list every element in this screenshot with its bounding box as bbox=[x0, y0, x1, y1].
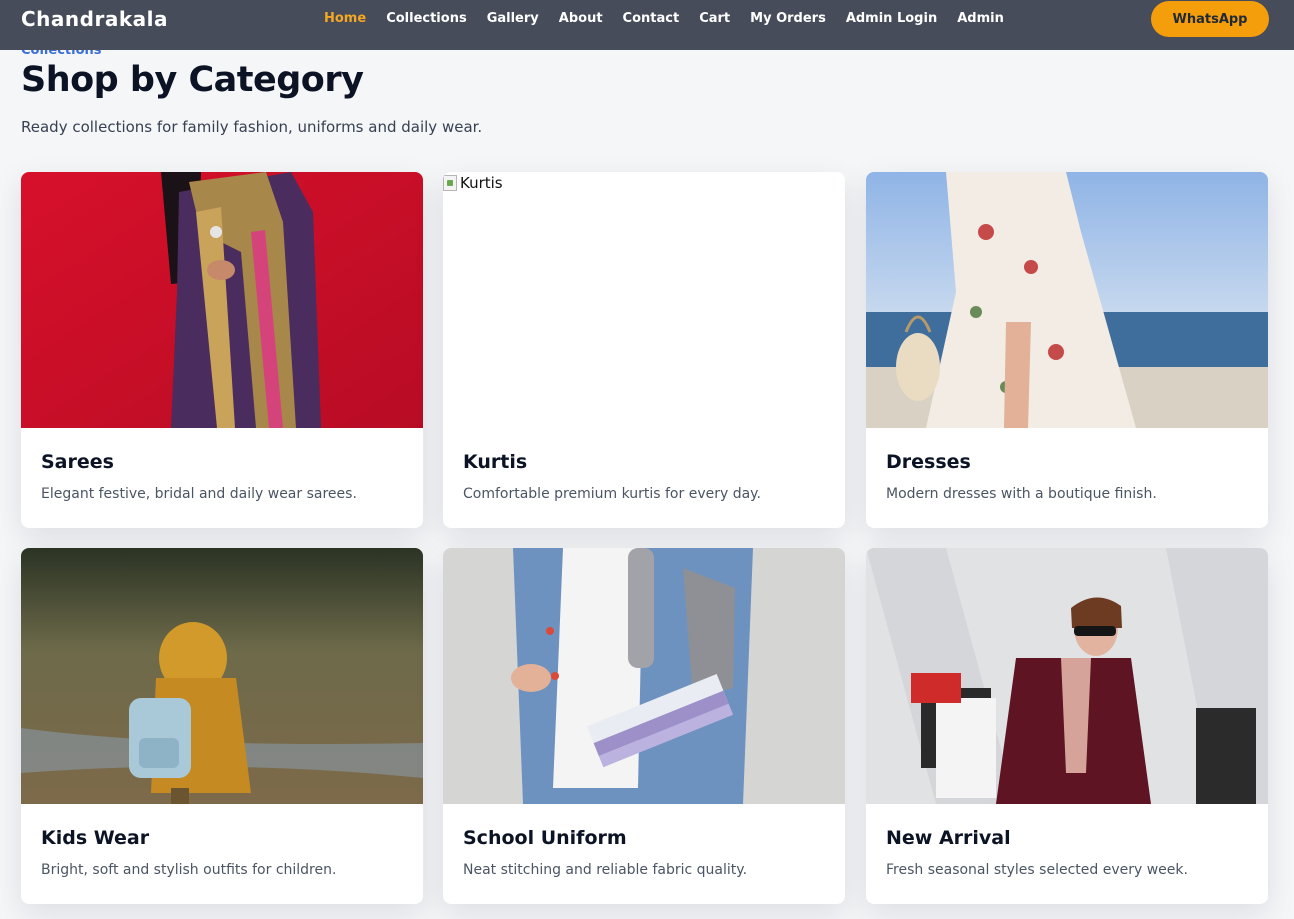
image-alt-text: Kurtis bbox=[460, 174, 503, 192]
nav-about[interactable]: About bbox=[559, 11, 603, 26]
nav-home[interactable]: Home bbox=[324, 11, 366, 26]
category-name: Dresses bbox=[886, 451, 971, 473]
category-desc: Neat stitching and reliable fabric quali… bbox=[463, 862, 748, 878]
kid-photo bbox=[21, 548, 423, 804]
nav-my-orders[interactable]: My Orders bbox=[750, 11, 826, 26]
category-name: School Uniform bbox=[463, 827, 627, 849]
page-title: Shop by Category bbox=[21, 60, 364, 100]
nav-contact[interactable]: Contact bbox=[623, 11, 680, 26]
category-desc: Modern dresses with a boutique finish. bbox=[886, 486, 1157, 502]
whatsapp-button[interactable]: WhatsApp bbox=[1151, 1, 1269, 37]
brand-logo[interactable]: Chandrakala bbox=[21, 7, 168, 31]
category-desc: Elegant festive, bridal and daily wear s… bbox=[41, 486, 357, 502]
category-name: Kids Wear bbox=[41, 827, 150, 849]
student-photo bbox=[443, 548, 845, 804]
category-card-kids-wear[interactable]: Kids Wear Bright, soft and stylish outfi… bbox=[21, 548, 423, 904]
dress-photo bbox=[866, 172, 1268, 428]
nav-admin[interactable]: Admin bbox=[957, 11, 1004, 26]
category-card-kurtis[interactable]: Kurtis Kurtis Comfortable premium kurtis… bbox=[443, 172, 845, 528]
nav-cart[interactable]: Cart bbox=[699, 11, 730, 26]
main-nav: Home Collections Gallery About Contact C… bbox=[324, 11, 1004, 26]
category-name: Kurtis bbox=[463, 451, 528, 473]
category-name: Sarees bbox=[41, 451, 114, 473]
nav-gallery[interactable]: Gallery bbox=[487, 11, 539, 26]
saree-photo bbox=[21, 172, 423, 428]
nav-admin-login[interactable]: Admin Login bbox=[846, 11, 937, 26]
nav-collections[interactable]: Collections bbox=[386, 11, 467, 26]
category-desc: Comfortable premium kurtis for every day… bbox=[463, 486, 761, 502]
category-card-school-uniform[interactable]: School Uniform Neat stitching and reliab… bbox=[443, 548, 845, 904]
site-header: Chandrakala Home Collections Gallery Abo… bbox=[0, 0, 1294, 50]
broken-image: Kurtis bbox=[443, 172, 845, 428]
broken-image-icon bbox=[443, 175, 457, 191]
category-desc: Fresh seasonal styles selected every wee… bbox=[886, 862, 1188, 878]
category-card-dresses[interactable]: Dresses Modern dresses with a boutique f… bbox=[866, 172, 1268, 528]
category-name: New Arrival bbox=[886, 827, 1011, 849]
category-card-sarees[interactable]: Sarees Elegant festive, bridal and daily… bbox=[21, 172, 423, 528]
page-subtitle: Ready collections for family fashion, un… bbox=[21, 118, 483, 136]
shopping-photo bbox=[866, 548, 1268, 804]
category-desc: Bright, soft and stylish outfits for chi… bbox=[41, 862, 337, 878]
category-card-new-arrival[interactable]: New Arrival Fresh seasonal styles select… bbox=[866, 548, 1268, 904]
